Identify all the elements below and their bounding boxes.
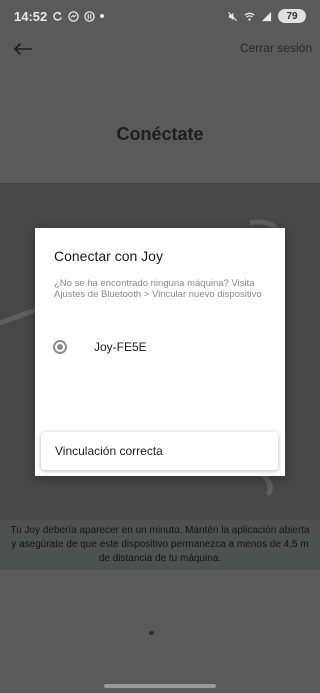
radio-button[interactable] xyxy=(53,340,67,354)
messenger-icon xyxy=(68,10,79,22)
pause-icon xyxy=(84,10,95,22)
back-button[interactable] xyxy=(10,38,36,60)
back-arrow-icon xyxy=(13,42,32,56)
device-option[interactable]: Joy-FE5E xyxy=(53,336,273,358)
dialog-title: Conectar con Joy xyxy=(54,248,163,264)
loading-indicator xyxy=(148,630,155,636)
dot-icon xyxy=(100,14,105,18)
status-bar: 14:52 79 xyxy=(0,0,320,32)
radio-selected-dot xyxy=(57,344,63,350)
toast-message: Vinculación correcta xyxy=(55,444,163,458)
signal-icon xyxy=(261,11,272,21)
toast: Vinculación correcta xyxy=(41,432,278,470)
dialog-subtitle: ¿No se ha encontrado ninguna máquina? Vi… xyxy=(54,278,262,300)
wifi-icon xyxy=(244,12,255,21)
device-label: Joy-FE5E xyxy=(94,340,147,354)
hint-text: Tu Joy debería aparecer en un minuto. Ma… xyxy=(10,525,310,564)
home-indicator[interactable] xyxy=(104,684,216,688)
refresh-icon xyxy=(53,11,63,21)
status-right: 79 xyxy=(227,9,306,23)
status-left: 14:52 xyxy=(14,8,105,24)
hint-box: Tu Joy debería aparecer en un minuto. Ma… xyxy=(0,520,320,570)
logout-link[interactable]: Cerrar sesión xyxy=(240,41,312,55)
battery-indicator: 79 xyxy=(278,9,306,23)
mute-icon xyxy=(227,11,238,21)
status-time: 14:52 xyxy=(14,8,48,24)
page-title: Conéctate xyxy=(116,124,204,144)
